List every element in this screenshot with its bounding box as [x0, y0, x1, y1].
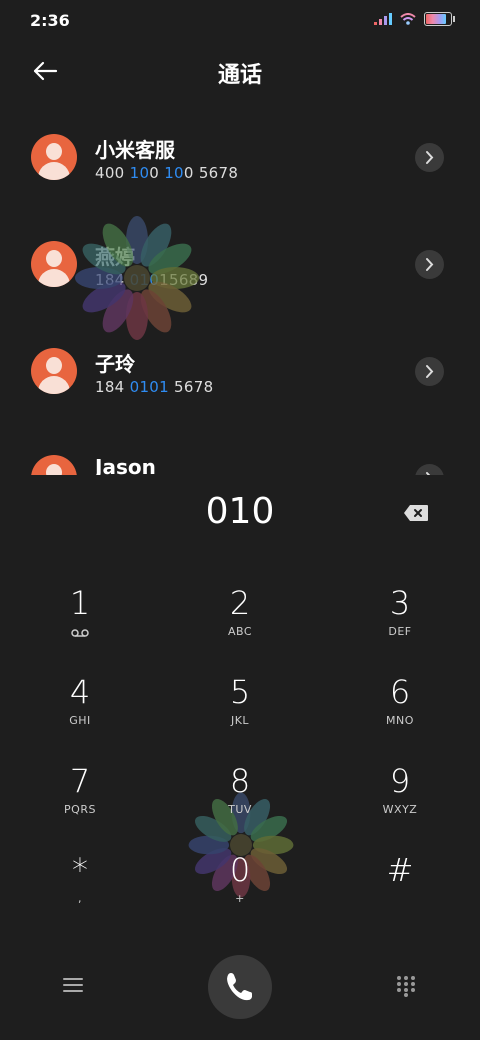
- chevron-right-icon[interactable]: [415, 357, 444, 386]
- dial-display: 010: [0, 485, 480, 545]
- voicemail-icon: [71, 629, 89, 637]
- key-0[interactable]: 0 +: [160, 850, 320, 938]
- header: 通话: [0, 44, 480, 96]
- call-button[interactable]: [208, 955, 272, 1019]
- chevron-right-icon[interactable]: [415, 250, 444, 279]
- status-time: 2:36: [30, 11, 70, 30]
- avatar: [31, 134, 77, 180]
- page-title: 通话: [217, 63, 262, 88]
- contact-name: 子玲: [95, 352, 135, 376]
- key-9[interactable]: 9 WXYZ: [320, 761, 480, 849]
- contact-item[interactable]: 小米客服 400 100 100 5678: [0, 110, 480, 217]
- status-bar: 2:36: [0, 0, 480, 42]
- avatar: [31, 241, 77, 287]
- key-hash[interactable]: #: [320, 850, 480, 938]
- contact-item[interactable]: Jason: [0, 431, 480, 475]
- key-8[interactable]: 8 TUV: [160, 761, 320, 849]
- touch-indicator-icon: [75, 216, 199, 340]
- signal-icon: [374, 13, 392, 25]
- backspace-icon[interactable]: [403, 504, 429, 522]
- chevron-right-icon[interactable]: [415, 143, 444, 172]
- key-7[interactable]: 7 PQRS: [0, 761, 160, 849]
- contact-name: Jason: [95, 455, 156, 475]
- keypad-grid-icon[interactable]: [396, 975, 416, 997]
- chevron-right-icon[interactable]: [415, 464, 444, 475]
- key-2[interactable]: 2 ABC: [160, 583, 320, 671]
- bottom-bar: [0, 955, 480, 1019]
- contact-number: 400 100 100 5678: [95, 164, 239, 182]
- key-4[interactable]: 4 GHI: [0, 672, 160, 760]
- phone-icon: [227, 973, 252, 1001]
- key-3[interactable]: 3 DEF: [320, 583, 480, 671]
- key-star[interactable]: * ,: [0, 850, 160, 938]
- contact-name: 小米客服: [95, 138, 175, 162]
- menu-icon[interactable]: [62, 976, 84, 994]
- wifi-icon: [400, 13, 416, 25]
- avatar: [31, 455, 77, 475]
- key-6[interactable]: 6 MNO: [320, 672, 480, 760]
- key-1[interactable]: 1: [0, 583, 160, 671]
- avatar: [31, 348, 77, 394]
- contact-number: 184 0101 5678: [95, 378, 214, 396]
- battery-icon: [424, 12, 455, 26]
- key-5[interactable]: 5 JKL: [160, 672, 320, 760]
